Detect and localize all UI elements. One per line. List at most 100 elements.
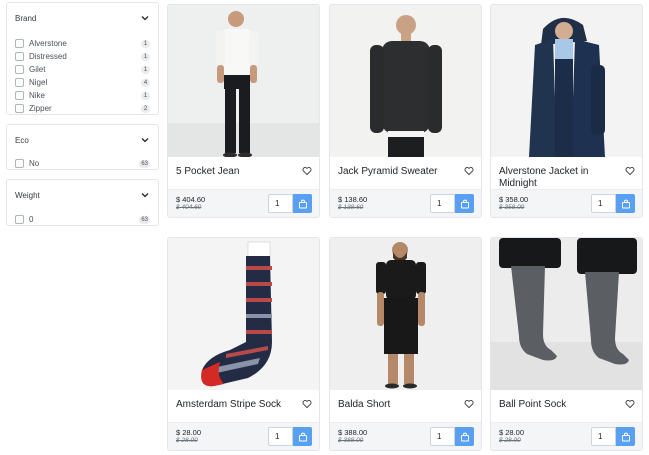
brand-filter-title: Brand [15, 13, 37, 23]
product-name[interactable]: Jack Pyramid Sweater [338, 166, 456, 178]
product-name[interactable]: 5 Pocket Jean [176, 166, 294, 178]
checkbox[interactable] [15, 39, 24, 48]
brand-filter: Brand Alverstone 1 Distressed 1 Gilet 1 Nig… [6, 2, 159, 115]
brand-option[interactable]: Zipper 2 [15, 102, 150, 115]
option-label: 0 [29, 215, 34, 224]
product-image[interactable] [330, 238, 481, 390]
weight-option[interactable]: 0 63 [15, 213, 150, 226]
product-footer: $ 358.00 $ 358.00 1 [491, 189, 642, 217]
product-price: $ 388.00 [338, 428, 368, 437]
product-old-price: $ 388.00 [338, 437, 364, 444]
add-to-cart-button[interactable] [616, 427, 635, 446]
product-card[interactable]: Balda Short $ 388.00 $ 388.00 1 [329, 237, 482, 451]
product-footer: $ 28.00 $ 28.00 1 [491, 422, 642, 450]
product-image[interactable] [491, 238, 642, 390]
brand-option[interactable]: Gilet 1 [15, 63, 150, 76]
eco-filter-title: Eco [15, 135, 29, 145]
count-badge: 1 [141, 52, 150, 61]
chevron-down-icon[interactable] [140, 135, 150, 145]
option-label: Gilet [29, 65, 46, 74]
product-footer: $ 388.00 $ 388.00 1 [330, 422, 481, 450]
product-price: $ 28.00 [499, 428, 525, 437]
quantity-input[interactable]: 1 [591, 194, 616, 213]
product-image[interactable] [168, 5, 319, 157]
product-card[interactable]: Ball Point Sock $ 28.00 $ 28.00 1 [490, 237, 643, 451]
brand-filter-header[interactable]: Brand [15, 9, 150, 27]
quantity-input[interactable]: 1 [268, 194, 293, 213]
add-to-cart-button[interactable] [293, 427, 312, 446]
checkbox[interactable] [15, 52, 24, 61]
eco-filter-header[interactable]: Eco [15, 131, 150, 149]
checkbox[interactable] [15, 78, 24, 87]
checkbox[interactable] [15, 159, 24, 168]
count-badge: 2 [141, 104, 150, 113]
option-label: Nigel [29, 78, 48, 87]
product-name[interactable]: Alverstone Jacket in Midnight [499, 166, 617, 190]
shopping-bag-icon [298, 432, 307, 441]
add-to-cart-button[interactable] [293, 194, 312, 213]
quantity-input[interactable]: 1 [430, 427, 455, 446]
heart-icon[interactable] [625, 399, 635, 409]
product-price: $ 404.60 [176, 195, 206, 204]
product-footer: $ 404.60 $ 404.60 1 [168, 189, 319, 217]
count-badge: 1 [141, 91, 150, 100]
shopping-bag-icon [621, 199, 630, 208]
product-name[interactable]: Amsterdam Stripe Sock [176, 399, 294, 411]
weight-filter-header[interactable]: Weight [15, 186, 150, 204]
count-badge: 63 [139, 159, 150, 168]
checkbox[interactable] [15, 65, 24, 74]
product-card[interactable]: Alverstone Jacket in Midnight $ 358.00 $… [490, 4, 643, 218]
option-label: Nike [29, 91, 46, 100]
shopping-bag-icon [460, 199, 469, 208]
eco-filter: Eco No 63 [6, 124, 159, 170]
eco-option[interactable]: No 63 [15, 157, 150, 170]
product-name[interactable]: Balda Short [338, 399, 456, 411]
brand-option[interactable]: Alverstone 1 [15, 37, 150, 50]
option-label: No [29, 159, 40, 168]
heart-icon[interactable] [625, 166, 635, 176]
product-image[interactable] [168, 238, 319, 390]
brand-option[interactable]: Nike 1 [15, 89, 150, 102]
shopping-bag-icon [460, 432, 469, 441]
add-to-cart-button[interactable] [616, 194, 635, 213]
heart-icon[interactable] [302, 166, 312, 176]
count-badge: 1 [141, 65, 150, 74]
quantity-input[interactable]: 1 [268, 427, 293, 446]
weight-filter-title: Weight [15, 190, 40, 200]
count-badge: 63 [139, 215, 150, 224]
product-card[interactable]: Amsterdam Stripe Sock $ 28.00 $ 28.00 1 [167, 237, 320, 451]
option-label: Zipper [29, 104, 52, 113]
product-old-price: $ 404.60 [176, 204, 202, 211]
add-to-cart-button[interactable] [455, 194, 474, 213]
chevron-down-icon[interactable] [140, 190, 150, 200]
shopping-bag-icon [298, 199, 307, 208]
quantity-input[interactable]: 1 [430, 194, 455, 213]
add-to-cart-button[interactable] [455, 427, 474, 446]
heart-icon[interactable] [464, 166, 474, 176]
product-card[interactable]: 5 Pocket Jean $ 404.60 $ 404.60 1 [167, 4, 320, 218]
option-label: Distressed [29, 52, 67, 61]
product-old-price: $ 28.00 [176, 437, 198, 444]
brand-option[interactable]: Nigel 4 [15, 76, 150, 89]
product-footer: $ 138.60 $ 138.60 1 [330, 189, 481, 217]
brand-option[interactable]: Distressed 1 [15, 50, 150, 63]
checkbox[interactable] [15, 104, 24, 113]
product-image[interactable] [330, 5, 481, 157]
count-badge: 1 [141, 39, 150, 48]
checkbox[interactable] [15, 91, 24, 100]
weight-filter: Weight 0 63 [6, 179, 159, 226]
quantity-input[interactable]: 1 [591, 427, 616, 446]
product-name[interactable]: Ball Point Sock [499, 399, 617, 411]
heart-icon[interactable] [464, 399, 474, 409]
checkbox[interactable] [15, 215, 24, 224]
product-price: $ 358.00 [499, 195, 529, 204]
shopping-bag-icon [621, 432, 630, 441]
product-card[interactable]: Jack Pyramid Sweater $ 138.60 $ 138.60 1 [329, 4, 482, 218]
product-image[interactable] [491, 5, 642, 157]
chevron-down-icon[interactable] [140, 13, 150, 23]
heart-icon[interactable] [302, 399, 312, 409]
option-label: Alverstone [29, 39, 67, 48]
product-old-price: $ 138.60 [338, 204, 364, 211]
product-old-price: $ 28.00 [499, 437, 521, 444]
product-footer: $ 28.00 $ 28.00 1 [168, 422, 319, 450]
